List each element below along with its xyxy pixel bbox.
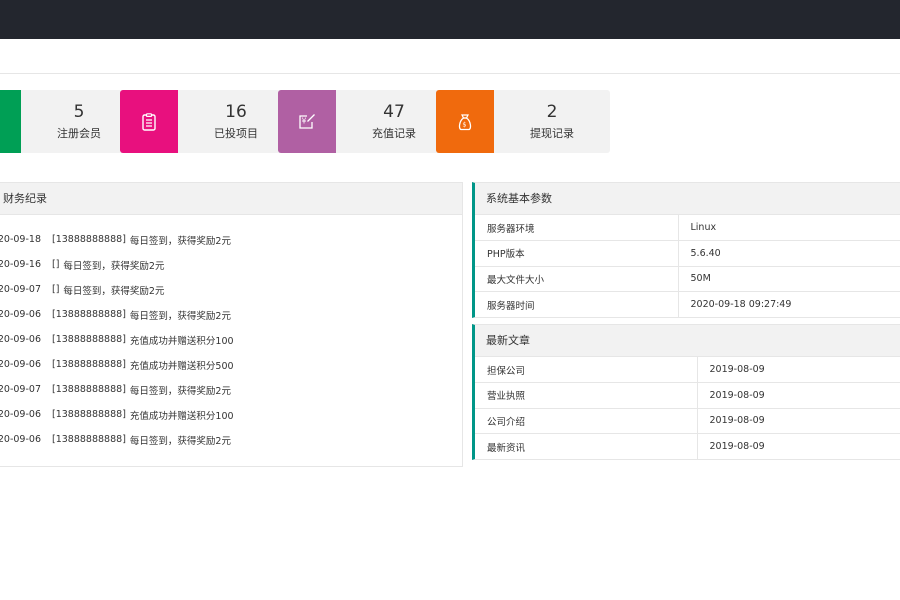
log-row: 2020-09-06 05:18[13888888888]充值成功并赠送积分10… bbox=[0, 334, 234, 347]
finance-log-panel: 财务纪录 2020-09-18 09:22[13888888888]每日签到，获… bbox=[0, 182, 463, 467]
stat-card-projects[interactable]: 16 已投项目 bbox=[120, 90, 294, 153]
table-row[interactable]: 担保公司 2019-08-09 bbox=[475, 357, 900, 383]
log-row: 2020-09-06 16:01[13888888888]每日签到，获得奖励2元 bbox=[0, 434, 231, 447]
clipboard-icon bbox=[120, 90, 178, 153]
log-row: 2020-09-06 16:02[13888888888]充值成功并赠送积分10… bbox=[0, 409, 234, 422]
stat-label: 提现记录 bbox=[530, 127, 574, 140]
system-params-panel: 系统基本参数 服务器环境 Linux PHP版本 5.6.40 最大文件大小 50M … bbox=[472, 182, 900, 318]
panel-title: 系统基本参数 bbox=[475, 183, 900, 215]
stat-card-recharge[interactable]: ¥ 47 充值记录 bbox=[278, 90, 452, 153]
latest-articles-panel: 最新文章 担保公司 2019-08-09 营业执照 2019-08-09 公司介绍 2… bbox=[472, 324, 900, 460]
log-row: 2020-09-18 09:22[13888888888]每日签到，获得奖励2元 bbox=[0, 234, 231, 247]
stat-card-members[interactable]: 5 注册会员 bbox=[0, 90, 137, 153]
table-row[interactable]: 公司介绍 2019-08-09 bbox=[475, 407, 900, 434]
log-row: 2020-09-07 19:20[]每日签到，获得奖励2元 bbox=[0, 284, 165, 297]
finance-log-list: 2020-09-18 09:22[13888888888]每日签到，获得奖励2元… bbox=[0, 215, 462, 452]
svg-text:$: $ bbox=[462, 120, 466, 128]
system-params-table: 服务器环境 Linux PHP版本 5.6.40 最大文件大小 50M 服务器时间 20… bbox=[475, 215, 900, 317]
log-row: 2020-09-06 05:15[13888888888]充值成功并赠送积分50… bbox=[0, 359, 234, 372]
table-row: 最大文件大小 50M bbox=[475, 265, 900, 292]
top-navbar bbox=[0, 0, 900, 39]
users-icon bbox=[0, 90, 21, 153]
yen-edit-icon: ¥ bbox=[278, 90, 336, 153]
stat-value: 47 bbox=[383, 102, 405, 122]
panel-title: 最新文章 bbox=[475, 325, 900, 357]
panel-title: 财务纪录 bbox=[0, 183, 462, 215]
stat-value: 5 bbox=[73, 102, 85, 122]
tab-bar bbox=[0, 39, 900, 74]
table-row: 服务器环境 Linux bbox=[475, 215, 900, 241]
table-row: 服务器时间 2020-09-18 09:27:49 bbox=[475, 291, 900, 317]
table-row[interactable]: 最新资讯 2019-08-09 bbox=[475, 433, 900, 459]
stat-label: 注册会员 bbox=[57, 127, 101, 140]
stat-card-withdraw[interactable]: $ 2 提现记录 bbox=[436, 90, 610, 153]
articles-table: 担保公司 2019-08-09 营业执照 2019-08-09 公司介绍 2019-0… bbox=[475, 357, 900, 459]
table-row[interactable]: 营业执照 2019-08-09 bbox=[475, 382, 900, 408]
stat-label: 充值记录 bbox=[372, 127, 416, 140]
log-row: 2020-09-16 17:37[]每日签到，获得奖励2元 bbox=[0, 259, 165, 272]
stat-value: 16 bbox=[225, 102, 247, 122]
svg-text:¥: ¥ bbox=[302, 116, 307, 125]
log-row: 2020-09-07 23:01[13888888888]每日签到，获得奖励2元 bbox=[0, 384, 231, 397]
table-row: PHP版本 5.6.40 bbox=[475, 240, 900, 266]
money-bag-icon: $ bbox=[436, 90, 494, 153]
log-row: 2020-09-06 17:48[13888888888]每日签到，获得奖励2元 bbox=[0, 309, 231, 322]
stat-label: 已投项目 bbox=[214, 127, 258, 140]
stat-value: 2 bbox=[546, 102, 558, 122]
